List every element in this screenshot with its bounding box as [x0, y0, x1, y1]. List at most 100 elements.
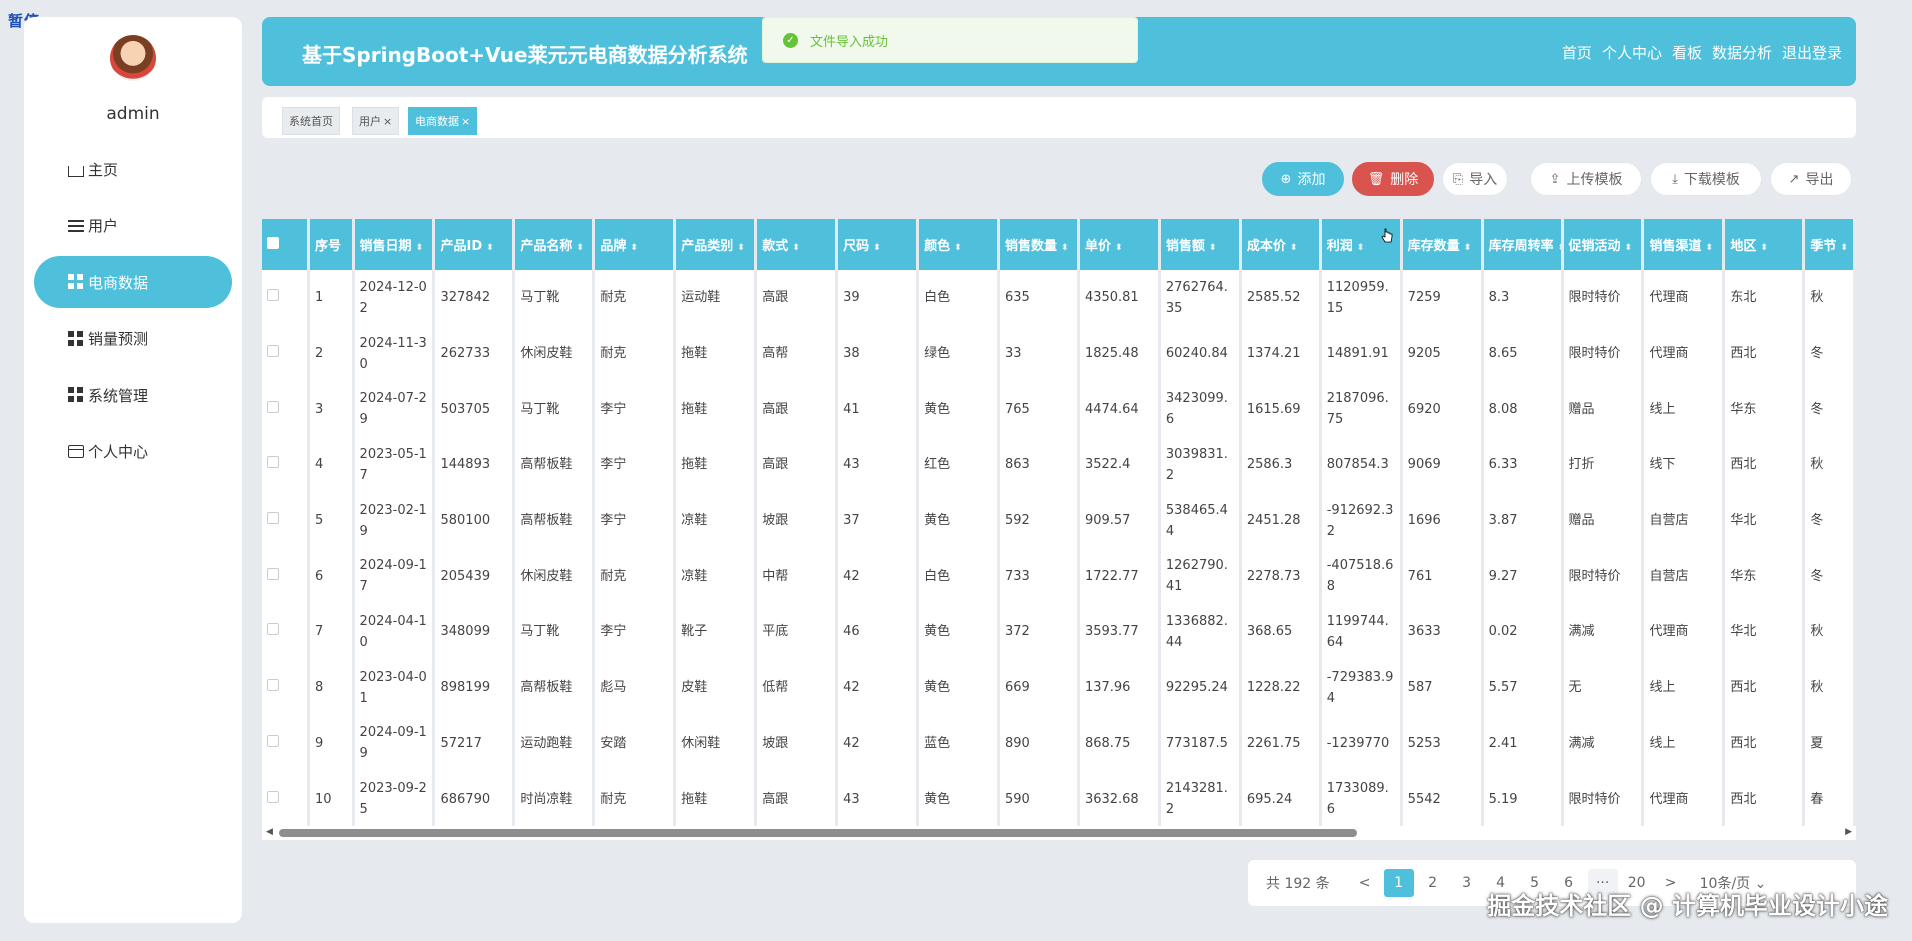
- table-row[interactable]: 9 2024-09-19 57217 运动跑鞋 安踏 休闲鞋 坡跟 42 蓝色 890 868.75…: [262, 715, 1856, 772]
- column-header[interactable]: 销售日期 ⬍: [353, 219, 436, 270]
- row-checkbox[interactable]: [262, 659, 311, 716]
- upload-template-button[interactable]: ⇪ 上传模板: [1530, 162, 1642, 196]
- horizontal-scrollbar[interactable]: ◀ ▶: [262, 826, 1856, 840]
- row-checkbox[interactable]: [262, 715, 311, 772]
- table-cell: 马丁靴: [513, 604, 596, 660]
- scroll-right-icon[interactable]: ▶: [1845, 827, 1852, 837]
- row-checkbox[interactable]: [262, 771, 311, 827]
- delete-button[interactable]: 🗑 删除: [1352, 162, 1434, 196]
- prev-page-button[interactable]: <: [1350, 869, 1380, 897]
- sidebar-item-profile[interactable]: 个人中心: [34, 426, 232, 478]
- sidebar-item-users[interactable]: 用户: [34, 200, 232, 252]
- table-cell: 冬: [1803, 548, 1856, 605]
- header-link-dashboard[interactable]: 看板: [1672, 42, 1702, 63]
- sort-icon[interactable]: ⬍: [1061, 243, 1069, 253]
- column-header[interactable]: 库存周转率⬍: [1482, 219, 1564, 270]
- tab-ecommerce-data[interactable]: 电商数据 ×: [408, 107, 478, 135]
- add-button[interactable]: ⊕ 添加: [1262, 162, 1344, 196]
- sort-icon[interactable]: ⬍: [630, 243, 638, 253]
- sort-icon[interactable]: ⬍: [416, 243, 424, 253]
- close-icon[interactable]: ×: [383, 115, 392, 128]
- sort-icon[interactable]: ⬍: [1115, 243, 1123, 253]
- table-row[interactable]: 1 2024-12-02 327842 马丁靴 耐克 运动鞋 高跟 39 白色 635 4350.8…: [262, 270, 1856, 326]
- table-row[interactable]: 10 2023-09-25 686790 时尚凉鞋 耐克 拖鞋 高跟 43 黄色 590 3632.…: [262, 771, 1856, 827]
- header-link-logout[interactable]: 退出登录: [1782, 42, 1842, 63]
- scrollbar-thumb[interactable]: [279, 829, 1357, 837]
- scroll-left-icon[interactable]: ◀: [266, 827, 273, 837]
- column-header[interactable]: 产品ID ⬍: [433, 219, 516, 270]
- row-checkbox[interactable]: [262, 381, 311, 438]
- column-header[interactable]: 尺码 ⬍: [836, 219, 920, 270]
- sort-icon[interactable]: ⬍: [1209, 243, 1217, 253]
- sort-icon[interactable]: ⬍: [576, 243, 584, 253]
- row-checkbox[interactable]: [262, 437, 311, 493]
- row-checkbox[interactable]: [262, 325, 311, 382]
- avatar[interactable]: [110, 35, 156, 81]
- tab-system-home[interactable]: 系统首页: [282, 107, 340, 135]
- sort-icon[interactable]: ⬍: [1290, 243, 1298, 253]
- column-header[interactable]: 单价 ⬍: [1078, 219, 1161, 270]
- list-icon: [68, 219, 84, 232]
- table-cell: 2024-09-17: [353, 548, 436, 605]
- column-header[interactable]: 地区 ⬍: [1723, 219, 1806, 270]
- column-header[interactable]: 销售数量 ⬍: [998, 219, 1080, 270]
- page-button[interactable]: 3: [1452, 869, 1482, 897]
- page-button[interactable]: 1: [1383, 869, 1414, 897]
- tab-users[interactable]: 用户 ×: [352, 107, 400, 135]
- row-checkbox[interactable]: [262, 548, 311, 605]
- table-cell: 2023-05-17: [353, 437, 436, 493]
- import-button[interactable]: ⎘ 导入: [1442, 162, 1508, 196]
- select-all-checkbox[interactable]: [262, 219, 311, 270]
- row-checkbox[interactable]: [262, 604, 311, 660]
- table-row[interactable]: 8 2023-04-01 898199 高帮板鞋 彪马 皮鞋 低帮 42 黄色 669 137.96…: [262, 659, 1856, 716]
- sort-icon[interactable]: ⬍: [1840, 243, 1848, 253]
- row-checkbox[interactable]: [262, 270, 311, 326]
- sort-icon[interactable]: ⬍: [737, 243, 745, 253]
- sort-icon[interactable]: ⬍: [1760, 243, 1768, 253]
- column-header[interactable]: 库存数量 ⬍: [1401, 219, 1484, 270]
- column-header-label: 地区: [1730, 239, 1757, 254]
- sort-icon[interactable]: ⬍: [1357, 243, 1365, 253]
- column-header[interactable]: 品牌 ⬍: [593, 219, 677, 270]
- sort-icon[interactable]: ⬍: [792, 243, 800, 253]
- row-checkbox[interactable]: [262, 492, 311, 549]
- sidebar-item-home[interactable]: 主页: [34, 143, 232, 195]
- header-link-analysis[interactable]: 数据分析: [1712, 42, 1772, 63]
- header-link-home[interactable]: 首页: [1562, 42, 1592, 63]
- table-row[interactable]: 2 2024-11-30 262733 休闲皮鞋 耐克 拖鞋 高帮 38 绿色 33 1825.48…: [262, 325, 1856, 382]
- table-row[interactable]: 5 2023-02-19 580100 高帮板鞋 李宁 凉鞋 坡跟 37 黄色 592 909.57…: [262, 492, 1856, 549]
- column-header[interactable]: 产品名称 ⬍: [513, 219, 596, 270]
- table-row[interactable]: 7 2024-04-10 348099 马丁靴 李宁 靴子 平底 46 黄色 372 3593.77…: [262, 604, 1856, 660]
- column-header[interactable]: 款式 ⬍: [755, 219, 839, 270]
- sort-icon[interactable]: ⬍: [1464, 243, 1472, 253]
- column-header[interactable]: 成本价 ⬍: [1240, 219, 1322, 270]
- sort-icon[interactable]: ⬍: [954, 243, 962, 253]
- export-button[interactable]: ↗ 导出: [1770, 162, 1852, 196]
- table-cell: 9205: [1401, 325, 1484, 382]
- close-icon[interactable]: ×: [461, 115, 470, 128]
- page-button[interactable]: 2: [1418, 869, 1448, 897]
- header-link-profile[interactable]: 个人中心: [1602, 42, 1662, 63]
- column-header[interactable]: 序号: [308, 219, 355, 270]
- column-header[interactable]: 颜色 ⬍: [917, 219, 1001, 270]
- sort-icon[interactable]: ⬍: [1625, 243, 1633, 253]
- table-row[interactable]: 3 2024-07-29 503705 马丁靴 李宁 拖鞋 高跟 41 黄色 765 4474.64…: [262, 381, 1856, 438]
- column-header[interactable]: 产品类别 ⬍: [674, 219, 758, 270]
- table-row[interactable]: 4 2023-05-17 144893 高帮板鞋 李宁 拖鞋 高跟 43 红色 863 3522.4…: [262, 437, 1856, 493]
- sort-icon[interactable]: ⬍: [873, 243, 881, 253]
- column-header[interactable]: 销售额 ⬍: [1159, 219, 1242, 270]
- sidebar-item-system-management[interactable]: 系统管理: [34, 369, 232, 421]
- column-header[interactable]: 促销活动 ⬍: [1562, 219, 1645, 270]
- column-header-label: 利润: [1326, 239, 1353, 254]
- sort-icon[interactable]: ⬍: [1705, 243, 1713, 253]
- sidebar-item-sales-forecast[interactable]: 销量预测: [34, 313, 232, 365]
- column-header[interactable]: 季节 ⬍: [1803, 219, 1856, 270]
- download-template-button[interactable]: ⤓ 下载模板: [1650, 162, 1762, 196]
- table-cell: 西北: [1723, 325, 1806, 382]
- column-header[interactable]: 销售渠道 ⬍: [1642, 219, 1726, 270]
- sidebar-item-ecommerce-data[interactable]: 电商数据: [34, 256, 232, 308]
- column-header[interactable]: 利润 ⬍: [1320, 219, 1403, 270]
- table-row[interactable]: 6 2024-09-17 205439 休闲皮鞋 耐克 凉鞋 中帮 42 白色 733 1722.7…: [262, 548, 1856, 605]
- plus-circle-icon: ⊕: [1280, 171, 1292, 187]
- sort-icon[interactable]: ⬍: [486, 243, 494, 253]
